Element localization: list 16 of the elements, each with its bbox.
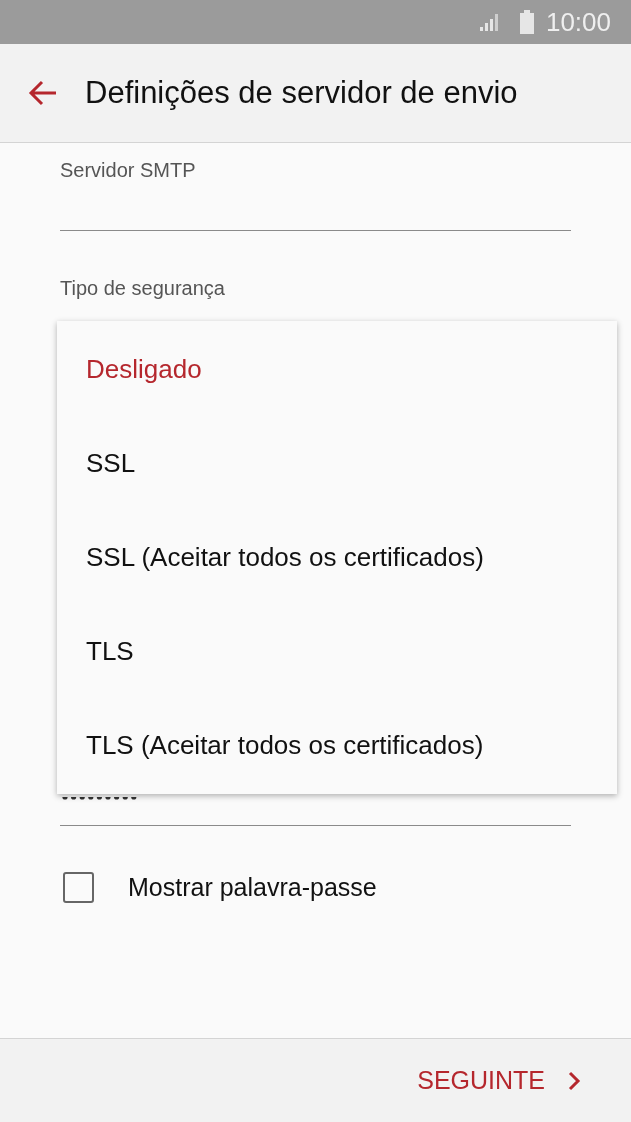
menu-option[interactable]: Desligado — [57, 322, 617, 416]
clock-time: 10:00 — [545, 6, 611, 38]
menu-option[interactable]: TLS (Aceitar todos os certificados) — [57, 698, 617, 792]
battery-icon — [519, 10, 534, 34]
password-field[interactable] — [60, 797, 571, 826]
menu-option[interactable]: TLS — [57, 604, 617, 698]
next-button[interactable]: SEGUINTE — [417, 1062, 581, 1099]
field-label: Servidor SMTP — [60, 159, 196, 182]
checkbox-label: Mostrar palavra-passe — [128, 873, 377, 902]
checkbox[interactable] — [63, 872, 94, 903]
screen-title: Definições de servidor de envio — [85, 75, 518, 111]
menu-option[interactable]: SSL (Aceitar todos os certificados) — [57, 510, 617, 604]
menu-option[interactable]: SSL — [57, 416, 617, 510]
chevron-right-icon — [567, 1069, 581, 1092]
back-arrow-icon[interactable] — [28, 80, 58, 106]
field-label: Tipo de segurança — [60, 277, 225, 300]
